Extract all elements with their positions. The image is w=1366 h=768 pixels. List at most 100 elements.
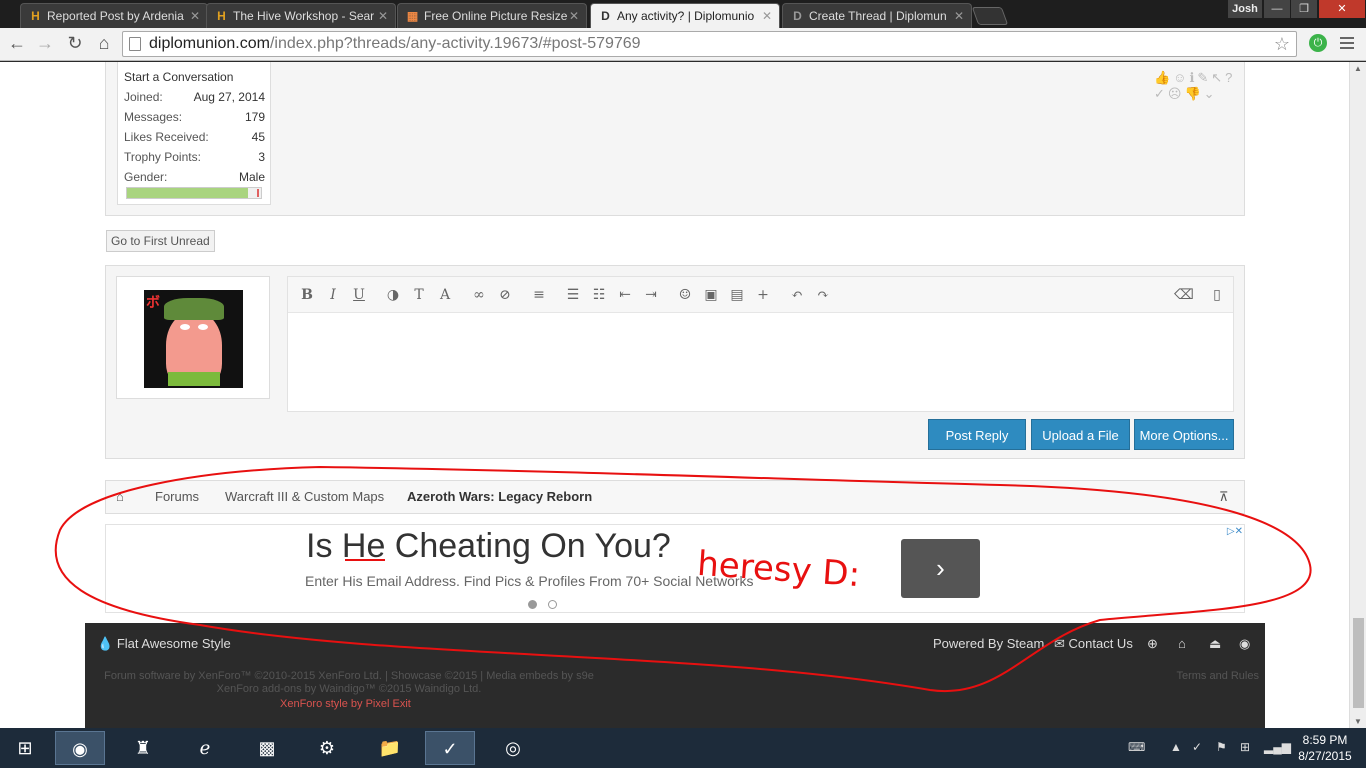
image-icon[interactable]: ▣ — [702, 287, 720, 303]
rss-icon[interactable]: ◉ — [1239, 623, 1250, 664]
carousel-dot[interactable] — [548, 600, 557, 609]
browser-tab[interactable]: H The Hive Workshop - Sear ✕ — [206, 3, 396, 28]
underline-icon[interactable]: U — [350, 287, 368, 303]
align-icon[interactable]: ≡ — [530, 287, 548, 303]
windows-tray-icon[interactable]: ⊞ — [1240, 740, 1250, 754]
numbered-list-icon[interactable]: ☷ — [590, 287, 608, 303]
ad-headline[interactable]: Is He Cheating On You? — [306, 527, 671, 566]
home-icon[interactable]: ⌂ — [116, 481, 124, 513]
carousel-dot[interactable] — [528, 600, 537, 609]
extension-icon[interactable]: ⏻ — [1309, 34, 1327, 52]
minimize-icon[interactable]: — — [1264, 0, 1290, 18]
clock[interactable]: 8:59 PM 8/27/2015 — [1290, 732, 1360, 764]
signal-icon[interactable]: ▂▄▆ — [1264, 740, 1291, 754]
sitemap-icon[interactable]: ⊼ — [1219, 481, 1229, 513]
redo-icon[interactable]: ↷ — [814, 287, 832, 303]
rating-icons[interactable]: 👍☺ℹ✎↖?✓☹👎⌄ — [1154, 70, 1244, 102]
smilie-icon[interactable]: ☺ — [676, 287, 694, 303]
font-family-icon[interactable]: A — [436, 287, 454, 303]
forum-page: Start a Conversation Joined: Aug 27, 2014… — [0, 62, 1349, 728]
close-tab-icon[interactable]: ✕ — [378, 4, 388, 28]
terms-link[interactable]: Terms and Rules — [1176, 670, 1259, 682]
breadcrumb-item[interactable]: Warcraft III & Custom Maps — [225, 481, 384, 513]
norton-icon[interactable]: ✓ — [425, 731, 475, 765]
reload-icon[interactable]: ↻ — [63, 33, 87, 54]
url-domain: diplomunion.com — [149, 35, 270, 52]
browser-tab[interactable]: H Reported Post by Ardenia ✕ — [20, 3, 208, 28]
menu-icon[interactable] — [1340, 37, 1354, 51]
ad-subline[interactable]: Enter His Email Address. Find Pics & Pro… — [305, 573, 754, 589]
quick-reply: ボ B I U ◑ T A ∞ ⊘ ≡ ☰ ☷ ⇤ ⇥ ☺ ▣ ▤ + ↶ ↷ … — [105, 265, 1245, 459]
bookmark-star-icon[interactable]: ☆ — [1274, 32, 1290, 56]
page-scrollbar[interactable]: ▲ ▼ — [1349, 62, 1366, 728]
forward-icon[interactable]: → — [33, 33, 57, 54]
source-icon[interactable]: ▯ — [1208, 287, 1226, 303]
help-icon[interactable]: ⊕ — [1147, 623, 1158, 664]
hive-icon: H — [31, 9, 40, 23]
media-icon[interactable]: ▤ — [728, 287, 746, 303]
maximize-icon[interactable]: ❐ — [1291, 0, 1317, 18]
stat-joined: Joined: Aug 27, 2014 — [124, 90, 265, 104]
norton-tray-icon[interactable]: ✓ — [1192, 740, 1202, 754]
close-tab-icon[interactable]: ✕ — [569, 4, 579, 28]
tab-label: Create Thread | Diplomun — [809, 9, 947, 23]
advertisement[interactable]: Is He Cheating On You? Enter His Email A… — [105, 524, 1245, 613]
top-icon[interactable]: ⏏ — [1209, 623, 1221, 664]
upload-file-button[interactable]: Upload a File — [1031, 419, 1130, 450]
back-icon[interactable]: ← — [5, 33, 29, 54]
steam-icon[interactable]: ⚙ — [302, 731, 352, 765]
insert-icon[interactable]: + — [754, 287, 772, 303]
ad-arrow-button[interactable]: › — [901, 539, 980, 598]
tray-arrow-icon[interactable]: ▲ — [1170, 740, 1182, 754]
folder-icon[interactable]: 📁 — [365, 731, 415, 765]
warcraft-icon[interactable]: ♜ — [118, 731, 168, 765]
editor-toolbar: B I U ◑ T A ∞ ⊘ ≡ ☰ ☷ ⇤ ⇥ ☺ ▣ ▤ + ↶ ↷ ⌫ — [288, 277, 1233, 313]
post-reply-button[interactable]: Post Reply — [928, 419, 1026, 450]
style-chooser[interactable]: 💧 Flat Awesome Style — [97, 623, 231, 664]
color-icon[interactable]: ◑ — [384, 287, 402, 303]
browser-tab[interactable]: ▦ Free Online Picture Resize ✕ — [397, 3, 587, 28]
start-icon[interactable]: ⊞ — [0, 731, 50, 765]
url-path: /index.php?threads/any-activity.19673/#p… — [269, 35, 641, 52]
minecraft-icon[interactable]: ▩ — [242, 731, 292, 765]
breadcrumb-item[interactable]: Forums — [155, 481, 199, 513]
italic-icon[interactable]: I — [324, 287, 342, 303]
contact-us-link[interactable]: ✉ Contact Us — [1054, 623, 1133, 664]
browser-tab-active[interactable]: D Any activity? | Diplomunio ✕ — [590, 3, 780, 28]
adchoices-icon[interactable]: ▷✕ — [1227, 526, 1243, 537]
profile-button[interactable]: Josh — [1228, 0, 1262, 18]
powered-by-link[interactable]: Powered By Steam — [933, 623, 1044, 664]
close-tab-icon[interactable]: ✕ — [954, 4, 964, 28]
eraser-icon[interactable]: ⌫ — [1174, 287, 1194, 303]
keyboard-icon[interactable]: ⌨ — [1128, 740, 1145, 754]
tab-label: The Hive Workshop - Sear — [233, 9, 375, 23]
close-icon[interactable]: ✕ — [1319, 0, 1365, 18]
home-icon[interactable]: ⌂ — [1178, 623, 1186, 664]
breadcrumb-current[interactable]: Azeroth Wars: Legacy Reborn — [407, 481, 592, 513]
indent-icon[interactable]: ⇥ — [642, 287, 660, 303]
home-icon[interactable]: ⌂ — [92, 33, 116, 54]
chrome-icon[interactable]: ◉ — [55, 731, 105, 765]
more-options-button[interactable]: More Options... — [1134, 419, 1234, 450]
go-to-first-unread-button[interactable]: Go to First Unread — [106, 230, 215, 252]
browser-tab[interactable]: D Create Thread | Diplomun ✕ — [782, 3, 972, 28]
hive-icon: H — [217, 9, 226, 23]
style-credit-link[interactable]: XenForo style by Pixel Exit — [280, 698, 411, 710]
address-bar[interactable]: diplomunion.com/index.php?threads/any-ac… — [122, 31, 1297, 57]
stat-messages: Messages: 179 — [124, 110, 265, 124]
spotify-icon[interactable]: ◎ — [488, 731, 538, 765]
start-conversation-link[interactable]: Start a Conversation — [124, 70, 233, 84]
bullet-list-icon[interactable]: ☰ — [564, 287, 582, 303]
new-tab-button[interactable] — [971, 7, 1009, 25]
outdent-icon[interactable]: ⇤ — [616, 287, 634, 303]
undo-icon[interactable]: ↶ — [788, 287, 806, 303]
close-tab-icon[interactable]: ✕ — [190, 4, 200, 28]
message-editor[interactable]: B I U ◑ T A ∞ ⊘ ≡ ☰ ☷ ⇤ ⇥ ☺ ▣ ▤ + ↶ ↷ ⌫ — [287, 276, 1234, 412]
bold-icon[interactable]: B — [298, 287, 316, 303]
close-tab-icon[interactable]: ✕ — [762, 4, 772, 28]
unlink-icon[interactable]: ⊘ — [496, 287, 514, 303]
link-icon[interactable]: ∞ — [470, 287, 488, 303]
e2-icon[interactable]: ℯ — [180, 731, 230, 765]
flag-icon[interactable]: ⚑ — [1216, 740, 1227, 754]
font-size-icon[interactable]: T — [410, 287, 428, 303]
